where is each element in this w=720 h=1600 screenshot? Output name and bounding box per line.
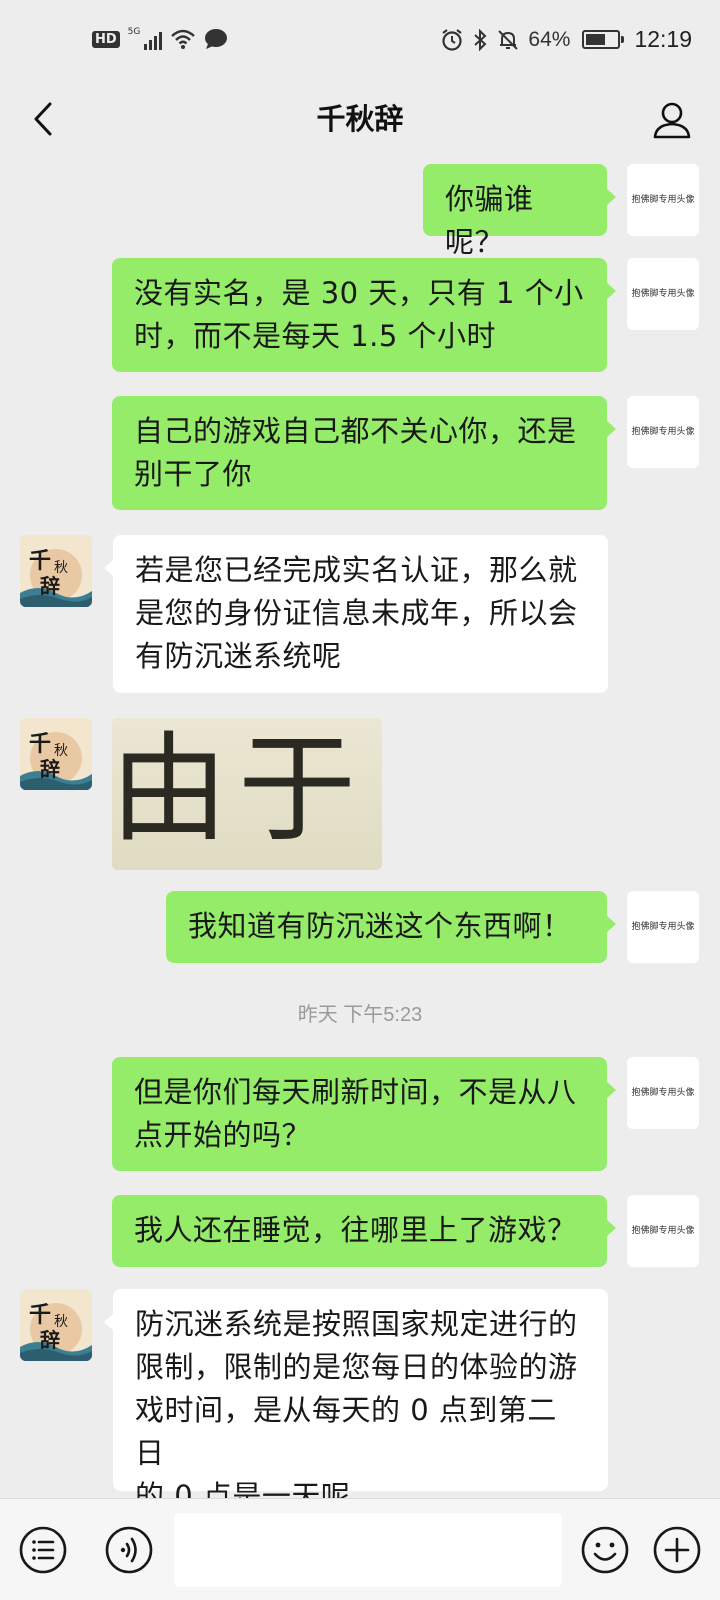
message-list[interactable]: 你骗谁呢？ 抱佛脚专用头像 没有实名，是 30 天，只有 1 个小 时，而不是每… xyxy=(0,158,720,1498)
my-avatar[interactable]: 抱佛脚专用头像 xyxy=(627,891,699,963)
status-right-icons: 64% 12:19 xyxy=(440,26,692,53)
message-bubble-sent[interactable]: 但是你们每天刷新时间，不是从八 点开始的吗？ xyxy=(112,1057,616,1171)
bluetooth-icon xyxy=(474,28,487,51)
input-bar xyxy=(0,1498,720,1600)
message-text-line: 是您的身份证信息未成年，所以会 xyxy=(135,596,578,630)
alarm-icon xyxy=(442,28,463,51)
my-avatar[interactable]: 抱佛脚专用头像 xyxy=(627,396,699,468)
svg-text:千: 千 xyxy=(29,1302,51,1328)
message-text-line: 点开始的吗？ xyxy=(134,1118,312,1152)
message-text-line: 没有实名，是 30 天，只有 1 个小 xyxy=(134,276,584,310)
message-bubble-sent[interactable]: 我人还在睡觉，往哪里上了游戏？ xyxy=(112,1195,616,1267)
contact-avatar[interactable]: 千 秋 辞 xyxy=(20,535,92,607)
emoji-button[interactable] xyxy=(580,1525,630,1575)
message-notification-icon xyxy=(205,29,228,49)
my-avatar[interactable]: 抱佛脚专用头像 xyxy=(627,1195,699,1267)
hd-badge: HD xyxy=(92,30,120,48)
cellular-signal-icon: 5G xyxy=(128,28,163,50)
message-input[interactable] xyxy=(174,1513,562,1587)
mute-bell-icon xyxy=(498,29,519,50)
plus-icon xyxy=(653,1526,701,1574)
clock: 12:19 xyxy=(634,26,692,52)
message-text-line: 有防沉迷系统呢 xyxy=(135,639,342,673)
message-text-line: 的 0 点是一天呢 xyxy=(135,1479,351,1498)
message-text-line: 戏时间，是从每天的 0 点到第二日 xyxy=(135,1393,557,1470)
message-bubble-sent[interactable]: 你骗谁呢？ xyxy=(423,164,616,259)
battery-icon xyxy=(582,30,625,49)
more-button[interactable] xyxy=(652,1525,702,1575)
message-text-line: 时，而不是每天 1.5 个小时 xyxy=(134,319,497,353)
message-text-line: 但是你们每天刷新时间，不是从八 xyxy=(134,1075,577,1109)
my-avatar[interactable]: 抱佛脚专用头像 xyxy=(627,258,699,330)
message-bubble-received[interactable]: 若是您已经完成实名认证，那么就 是您的身份证信息未成年，所以会 有防沉迷系统呢 xyxy=(104,535,608,693)
smiley-icon xyxy=(581,1526,629,1574)
person-icon xyxy=(653,102,691,139)
wifi-icon xyxy=(171,29,196,49)
battery-percent: 64% xyxy=(528,27,571,51)
chat-header: 千秋辞 xyxy=(0,84,720,158)
voice-button[interactable] xyxy=(104,1525,154,1575)
message-bubble-sent[interactable]: 我知道有防沉迷这个东西啊！ xyxy=(166,891,616,963)
message-text: 你骗谁呢？ xyxy=(445,182,534,259)
message-text-line: 别干了你 xyxy=(134,457,253,491)
my-avatar[interactable]: 抱佛脚专用头像 xyxy=(627,164,699,236)
message-text: 我人还在睡觉，往哪里上了游戏？ xyxy=(134,1213,577,1247)
timestamp-divider: 昨天 下午5:23 xyxy=(297,1004,423,1026)
chat-title: 千秋辞 xyxy=(316,102,404,136)
message-text-line: 防沉迷系统是按照国家规定进行的 xyxy=(135,1307,578,1341)
svg-text:千: 千 xyxy=(29,548,51,574)
message-text-line: 限制，限制的是您每日的体验的游 xyxy=(135,1350,578,1384)
image-content: 由于 xyxy=(112,718,382,870)
status-left-icons: HD 5G xyxy=(92,28,228,50)
message-bubble-sent[interactable]: 没有实名，是 30 天，只有 1 个小 时，而不是每天 1.5 个小时 xyxy=(112,258,616,372)
message-text-line: 若是您已经完成实名认证，那么就 xyxy=(135,553,578,587)
message-bubble-received[interactable]: 防沉迷系统是按照国家规定进行的 限制，限制的是您每日的体验的游 戏时间，是从每天… xyxy=(104,1289,608,1498)
message-text-line: 自己的游戏自己都不关心你，还是 xyxy=(134,414,577,448)
contact-avatar[interactable]: 千 秋 辞 xyxy=(20,718,92,790)
contact-avatar[interactable]: 千 秋 辞 xyxy=(20,1289,92,1361)
network-type-label: 5G xyxy=(127,27,141,37)
message-text: 我知道有防沉迷这个东西啊！ xyxy=(188,909,572,943)
game-logo-avatar: 千 秋 辞 xyxy=(20,535,92,607)
svg-text:辞: 辞 xyxy=(40,574,60,598)
chat-info-button[interactable] xyxy=(644,92,700,148)
message-bubble-sent[interactable]: 自己的游戏自己都不关心你，还是 别干了你 xyxy=(112,396,616,510)
voice-icon xyxy=(105,1526,153,1574)
game-logo-avatar: 千 秋 辞 xyxy=(20,1289,92,1361)
image-caption-text: 由于 xyxy=(112,720,366,858)
svg-text:辞: 辞 xyxy=(40,757,60,781)
message-image[interactable]: 由于 xyxy=(112,718,382,870)
svg-text:辞: 辞 xyxy=(40,1328,60,1352)
menu-button[interactable] xyxy=(18,1525,68,1575)
list-menu-icon xyxy=(19,1526,67,1574)
svg-text:千: 千 xyxy=(29,731,51,757)
status-bar: HD 5G 64% 12:19 xyxy=(0,0,720,84)
game-logo-avatar: 千 秋 辞 xyxy=(20,718,92,790)
my-avatar[interactable]: 抱佛脚专用头像 xyxy=(627,1057,699,1129)
